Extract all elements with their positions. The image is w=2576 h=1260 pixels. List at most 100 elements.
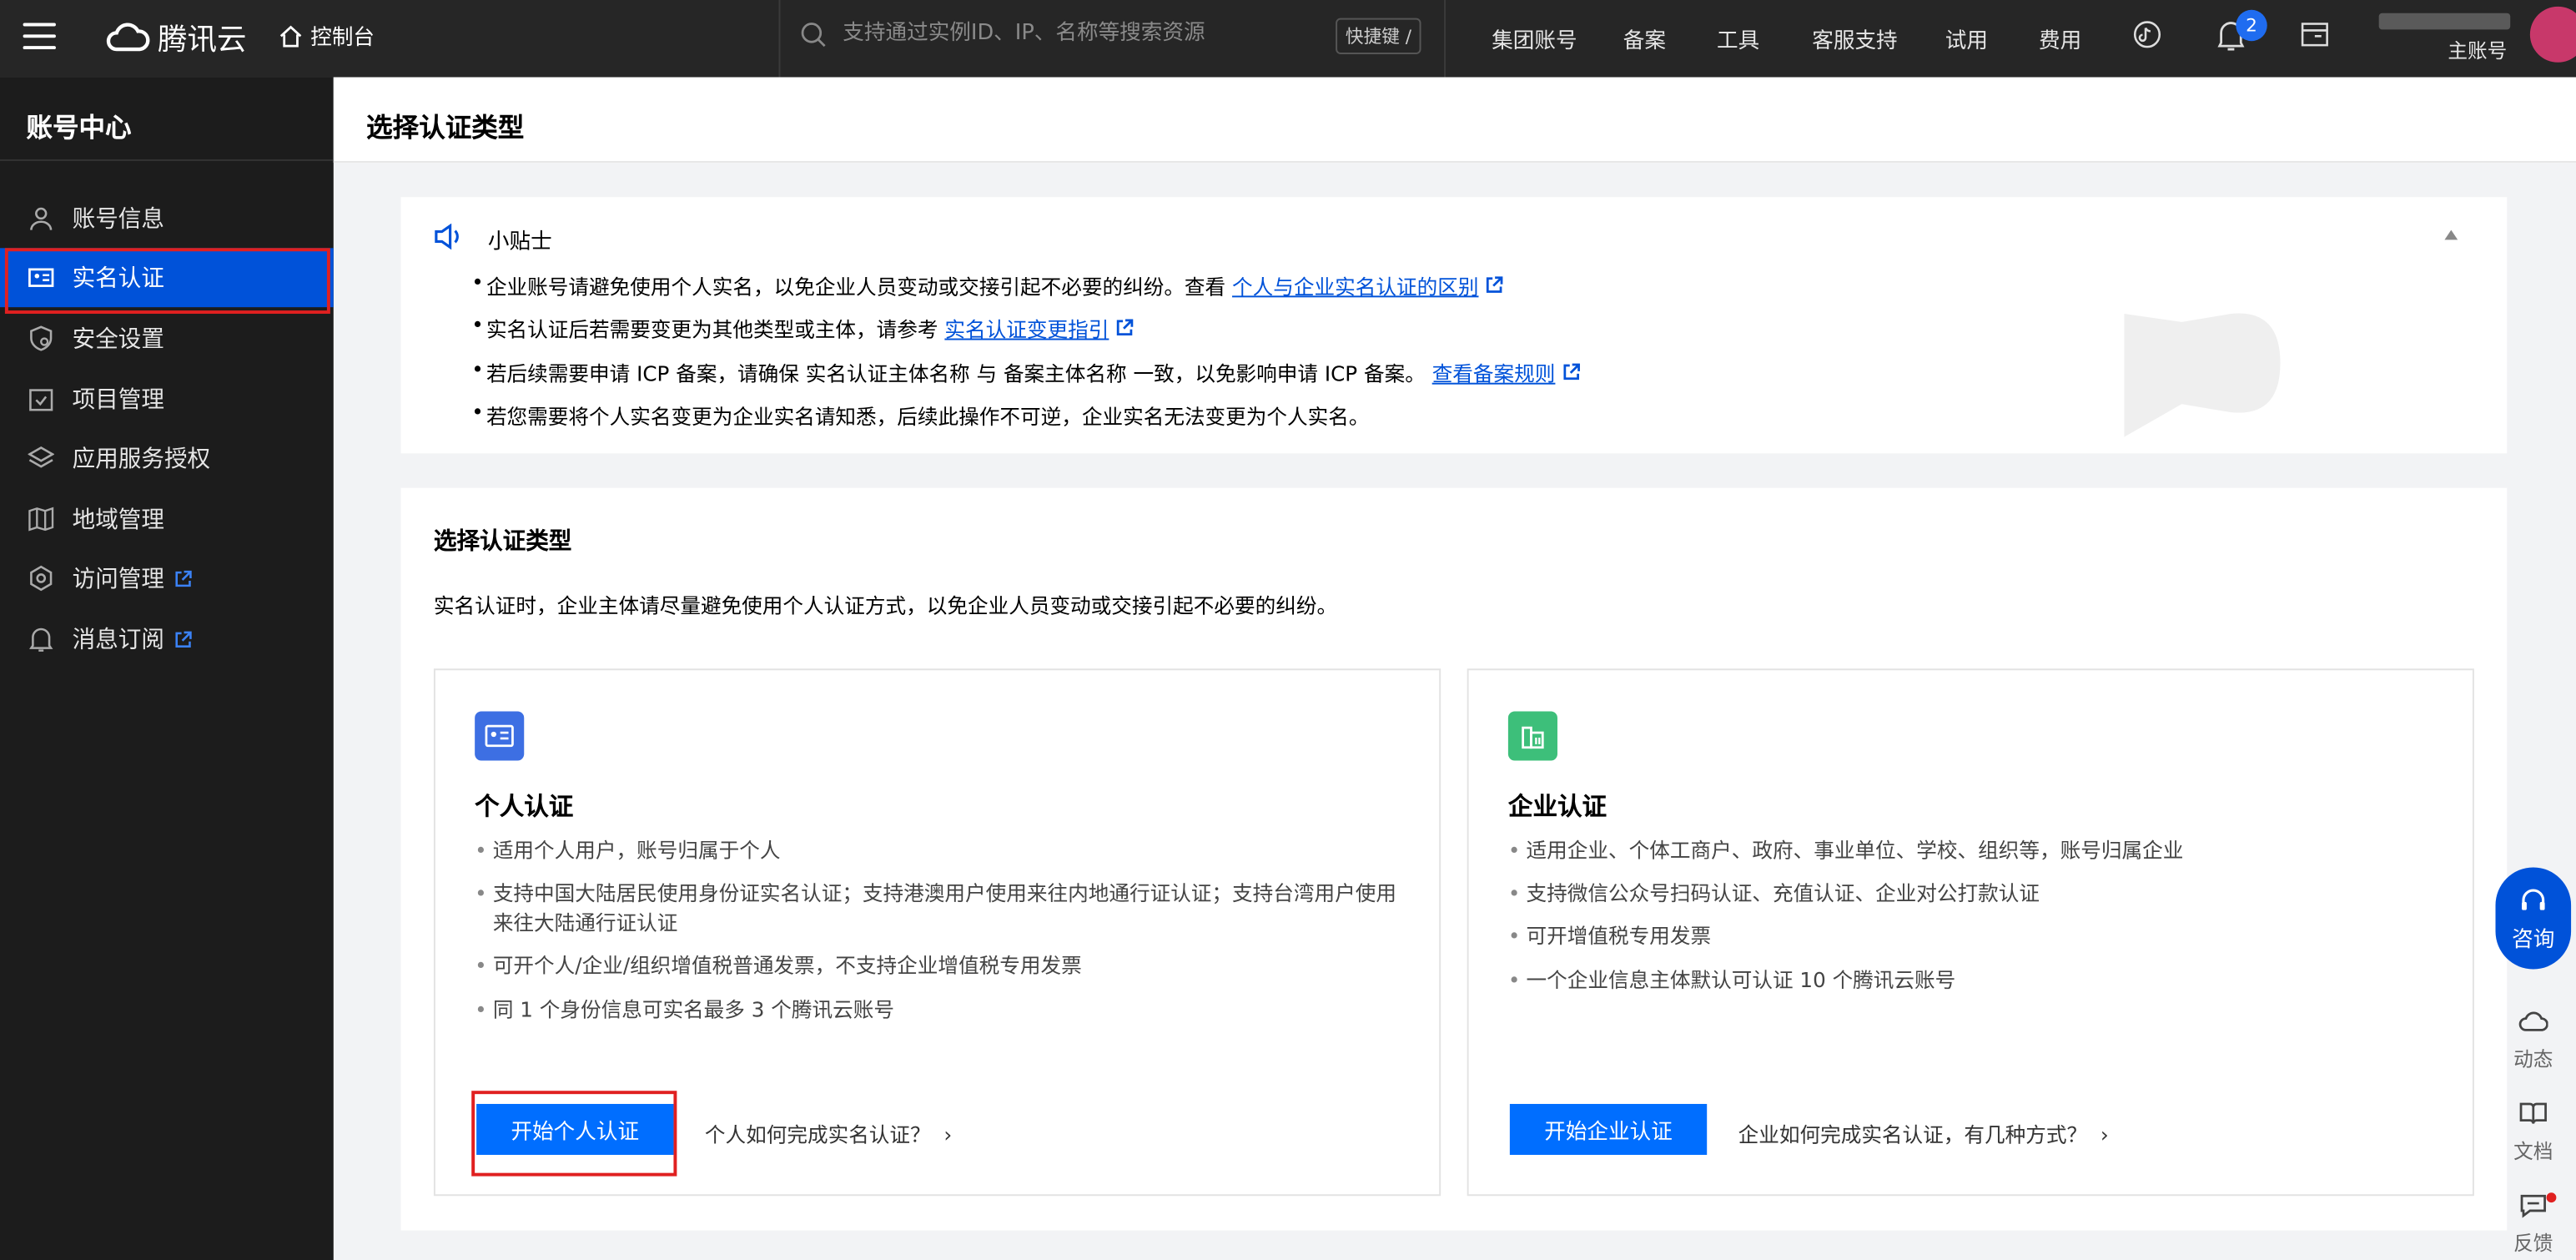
nav-billing[interactable]: 费用 <box>2039 23 2081 54</box>
nav-trial[interactable]: 试用 <box>1945 23 1988 54</box>
tip-link-filing-rules[interactable]: 查看备案规则 <box>1432 361 1556 386</box>
start-enterprise-auth-button[interactable]: 开始企业认证 <box>1509 1103 1708 1156</box>
shortcut-hint: 快捷键 / <box>1336 18 1421 54</box>
search-icon <box>801 23 826 48</box>
help-link-label: 个人如何完成实名认证？ <box>704 1121 931 1147</box>
docs-tool[interactable]: 文档 <box>2503 1101 2563 1165</box>
consult-label: 咨询 <box>2512 928 2555 953</box>
search-input[interactable] <box>843 21 1303 47</box>
building-icon <box>1507 711 1557 761</box>
id-card-icon <box>27 263 56 292</box>
external-link-icon[interactable] <box>1485 276 1503 295</box>
card-title: 企业认证 <box>1507 791 1607 822</box>
personal-help-link[interactable]: 个人如何完成实名认证？ › <box>705 1117 952 1148</box>
tool-label: 反馈 <box>2513 1232 2553 1256</box>
id-card-icon <box>475 711 525 761</box>
speaker-icon <box>435 223 459 250</box>
sidebar-item-account-info[interactable]: 账号信息 <box>0 189 334 248</box>
enterprise-help-link[interactable]: 企业如何完成实名认证，有几种方式？ › <box>1738 1117 2109 1148</box>
layers-icon <box>27 444 56 473</box>
bell-icon <box>27 624 56 653</box>
cloud-icon <box>2518 1011 2548 1031</box>
page-header: 选择认证类型 <box>333 77 2576 163</box>
feature-item: 支持微信公众号扫码认证、充值认证、企业对公打款认证 <box>1508 879 2447 908</box>
menu-icon[interactable] <box>23 23 56 50</box>
sidebar-item-projects[interactable]: 项目管理 <box>0 370 334 429</box>
divider <box>0 159 334 161</box>
folder-icon <box>27 385 56 414</box>
account-role[interactable]: 主账号 <box>2448 36 2507 63</box>
enterprise-auth-card: 企业认证 适用企业、个体工商户、政府、事业单位、学校、组织等，账号归属企业 支持… <box>1467 668 2474 1197</box>
tip-text: 若后续需要申请 ICP 备案，请确保 实名认证主体名称 与 备案主体名称 一致，… <box>486 361 1426 386</box>
sidebar: 账号中心 账号信息 实名认证 安全设置 项目管理 应用服务授权 地域管理 访问管… <box>0 77 334 1260</box>
nav-tools[interactable]: 工具 <box>1717 23 1759 54</box>
sidebar-item-label: 地域管理 <box>72 507 164 534</box>
personal-auth-card: 个人认证 适用个人用户，账号归属于个人 支持中国大陆居民使用身份证实名认证；支持… <box>433 668 1441 1197</box>
home-icon <box>279 24 302 47</box>
tip-link-difference[interactable]: 个人与企业实名认证的区别 <box>1232 275 1478 300</box>
map-icon <box>27 504 56 533</box>
headset-icon <box>2522 889 2545 910</box>
external-link-icon[interactable] <box>1115 319 1134 337</box>
tip-line: 若您需要将个人实名变更为企业实名请知悉，后续此操作不可逆，企业实名无法变更为个人… <box>471 399 1370 430</box>
cloud-icon <box>106 23 150 52</box>
nav-group-account[interactable]: 集团账号 <box>1492 23 1577 54</box>
sidebar-title: 账号中心 <box>26 111 132 144</box>
sidebar-item-label: 安全设置 <box>72 326 164 354</box>
book-icon <box>2519 1102 2547 1124</box>
brand-logo[interactable]: 腾讯云 <box>105 17 246 59</box>
tool-label: 动态 <box>2513 1048 2553 1071</box>
console-link[interactable]: 控制台 <box>279 20 375 51</box>
activity-tool[interactable]: 动态 <box>2503 1009 2563 1073</box>
gear-icon <box>27 563 56 592</box>
tiktok-icon[interactable] <box>2132 20 2161 49</box>
feature-item: 适用个人用户，账号归属于个人 <box>475 836 1413 865</box>
help-link-label: 企业如何完成实名认证，有几种方式？ <box>1738 1121 2088 1147</box>
brand-name: 腾讯云 <box>158 23 247 58</box>
card-title: 个人认证 <box>475 791 574 822</box>
tips-panel: 小贴士 企业账号请避免使用个人实名，以免企业人员变动或交接引起不必要的纠纷。查看… <box>400 197 2508 454</box>
section-description: 实名认证时，企业主体请尽量避免使用个人认证方式，以免企业人员变动或交接引起不必要… <box>433 592 1338 618</box>
nav-filing[interactable]: 备案 <box>1623 23 1666 54</box>
tool-label: 文档 <box>2513 1140 2553 1163</box>
nav-support[interactable]: 客服支持 <box>1812 23 1897 54</box>
feature-item: 一个企业信息主体默认可认证 10 个腾讯云账号 <box>1508 966 2447 995</box>
sidebar-item-label: 访问管理 <box>72 567 164 593</box>
start-personal-auth-button[interactable]: 开始个人认证 <box>476 1103 674 1156</box>
feature-item: 可开个人/企业/组织增值税普通发票，不支持企业增值税专用发票 <box>475 951 1413 980</box>
collapse-icon[interactable] <box>2444 229 2458 240</box>
account-name <box>2378 13 2511 30</box>
feature-item: 支持中国大陆居民使用身份证实名认证；支持港澳用户使用来往内地通行证认证；支持台湾… <box>475 879 1413 938</box>
tip-text: 企业账号请避免使用个人实名，以免企业人员变动或交接引起不必要的纠纷。查看 <box>486 274 1226 300</box>
tips-title: 小贴士 <box>487 229 552 255</box>
tip-link-change-guide[interactable]: 实名认证变更指引 <box>944 317 1109 342</box>
sidebar-item-subscriptions[interactable]: 消息订阅 <box>0 609 334 668</box>
chevron-right-icon: › <box>2100 1121 2109 1147</box>
sidebar-item-label: 实名认证 <box>72 265 164 293</box>
tip-text: 若您需要将个人实名变更为企业实名请知悉，后续此操作不可逆，企业实名无法变更为个人… <box>486 404 1370 429</box>
section-title: 选择认证类型 <box>433 528 572 556</box>
sidebar-item-security[interactable]: 安全设置 <box>0 309 334 368</box>
sidebar-item-app-auth[interactable]: 应用服务授权 <box>0 429 334 488</box>
shield-icon <box>27 324 56 353</box>
search-box[interactable]: 快捷键 / <box>778 0 1446 78</box>
message-icon <box>2520 1194 2546 1218</box>
sidebar-item-regions[interactable]: 地域管理 <box>0 490 334 549</box>
console-label: 控制台 <box>310 26 375 52</box>
sidebar-item-label: 消息订阅 <box>72 627 164 654</box>
tip-line: 实名认证后若需要变更为其他类型或主体，请参考 实名认证变更指引 <box>471 312 1134 343</box>
page-title: 选择认证类型 <box>366 111 525 144</box>
external-link-icon[interactable] <box>1562 363 1580 381</box>
auth-type-section: 选择认证类型 实名认证时，企业主体请尽量避免使用个人认证方式，以免企业人员变动或… <box>400 487 2508 1231</box>
tip-line: 企业账号请避免使用个人实名，以免企业人员变动或交接引起不必要的纠纷。查看 个人与… <box>471 270 1503 300</box>
feedback-tool[interactable]: 反馈 <box>2503 1192 2563 1257</box>
user-icon <box>27 204 56 233</box>
consult-button[interactable]: 咨询 <box>2495 867 2572 970</box>
sidebar-item-real-name[interactable]: 实名认证 <box>0 248 334 315</box>
notification-badge: 2 <box>2236 9 2267 42</box>
top-bar: 腾讯云 控制台 快捷键 / 集团账号 备案 工具 客服支持 试用 费用 2 主账… <box>0 0 2576 78</box>
sidebar-item-access[interactable]: 访问管理 <box>0 549 334 608</box>
workbench-icon[interactable] <box>2300 20 2329 49</box>
avatar[interactable] <box>2529 6 2576 63</box>
notification-dot <box>2546 1192 2557 1203</box>
